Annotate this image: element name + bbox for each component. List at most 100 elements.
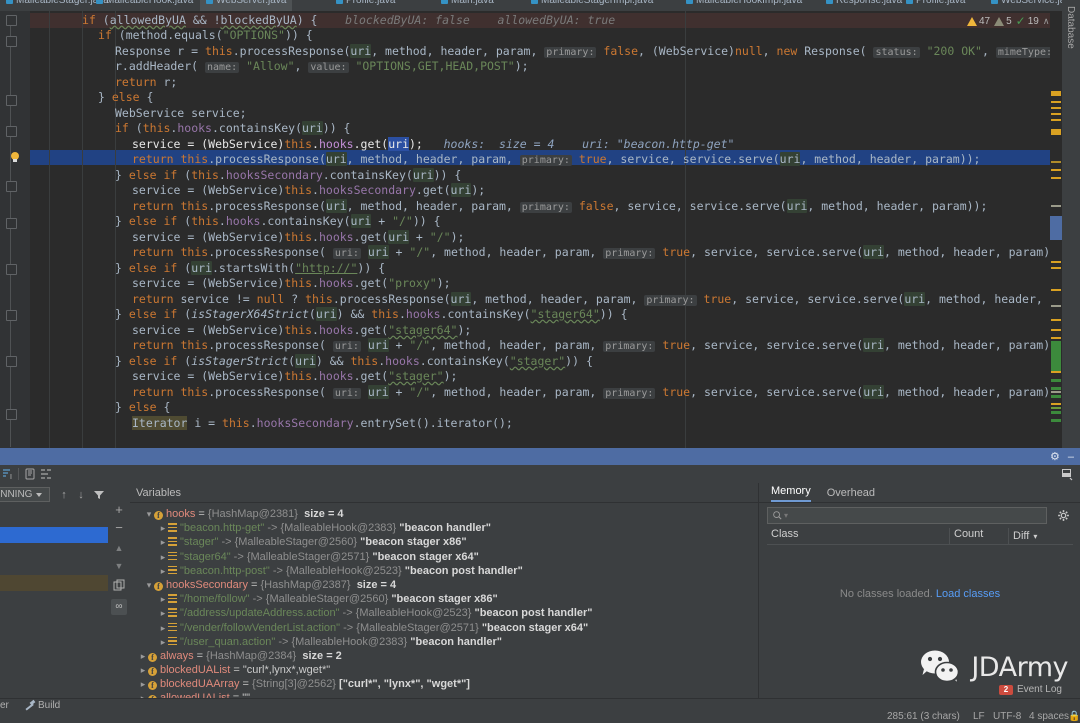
- weak-warning-marker[interactable]: [1051, 305, 1061, 307]
- weak-warning-marker[interactable]: [1051, 391, 1061, 393]
- warning-marker[interactable]: [1051, 319, 1061, 321]
- fold-marker-icon[interactable]: [6, 310, 17, 321]
- expand-arrow-icon[interactable]: ▸: [158, 550, 168, 564]
- warning-marker[interactable]: [1051, 169, 1061, 171]
- hide-panel-icon[interactable]: –: [1068, 451, 1074, 463]
- variable-row[interactable]: ▾ f hooksSecondary = {HashMap@2387} size =…: [130, 578, 758, 592]
- expand-arrow-icon[interactable]: ▸: [138, 649, 148, 663]
- column-class[interactable]: Class: [767, 528, 949, 544]
- tab-overhead[interactable]: Overhead: [827, 487, 875, 502]
- debug-settings-icon[interactable]: [1060, 467, 1074, 481]
- variables-tree[interactable]: ▾ f hooks = {HashMap@2381} size = 4 ▸ "beac…: [130, 503, 758, 706]
- warning-marker[interactable]: [1051, 161, 1061, 163]
- typo-marker-group[interactable]: [1051, 341, 1061, 373]
- editor-tab[interactable]: MalleableHookImpl.java: [680, 0, 808, 10]
- warning-marker[interactable]: [1051, 107, 1061, 109]
- fold-marker-icon[interactable]: [6, 95, 17, 106]
- fold-marker-icon[interactable]: [6, 15, 17, 26]
- typo-marker[interactable]: [1051, 387, 1061, 390]
- status-bar[interactable]: 285:61 (3 chars) LF UTF-8 4 spaces 🔒: [0, 711, 1080, 723]
- variables-tab[interactable]: Variables: [130, 483, 758, 503]
- frames-panel[interactable]: UNNING ↑ ↓: [0, 483, 109, 698]
- warning-marker[interactable]: [1051, 91, 1061, 96]
- expand-arrow-icon[interactable]: ▸: [158, 592, 168, 606]
- expand-arrow-icon[interactable]: ▸: [138, 677, 148, 691]
- fold-marker-icon[interactable]: [6, 356, 17, 367]
- caret-position[interactable]: 285:61 (3 chars): [887, 711, 960, 722]
- encoding[interactable]: UTF-8: [993, 711, 1021, 722]
- collapse-arrow-icon[interactable]: ▾: [144, 578, 154, 592]
- editor-marker-bar[interactable]: [1050, 11, 1062, 448]
- editor-tab[interactable]: Main.java: [435, 0, 500, 10]
- tab-memory[interactable]: Memory: [771, 485, 811, 502]
- inspect-object-icon[interactable]: ∞: [111, 599, 127, 615]
- search-filter-chevron-icon[interactable]: ▾: [784, 511, 788, 520]
- variable-row[interactable]: ▸ f blockedUAArray = {String[3]@2562} ["cu…: [130, 677, 758, 691]
- typo-marker[interactable]: [1051, 407, 1061, 409]
- variable-row[interactable]: ▸ "/home/follow" -> {MalleableStager@2560…: [130, 592, 758, 606]
- typo-marker[interactable]: [1051, 379, 1061, 382]
- editor-tab-strip[interactable]: MalleableStager.java MalleableHook.java …: [0, 0, 1080, 11]
- move-watch-up-button[interactable]: ▲: [112, 541, 126, 555]
- memory-settings-gear-icon[interactable]: [1057, 509, 1069, 521]
- frame-down-button[interactable]: ↓: [75, 489, 87, 501]
- fold-marker-icon[interactable]: [6, 181, 17, 192]
- warning-marker[interactable]: [1051, 337, 1061, 339]
- variable-row[interactable]: ▸ "beacon.http-get" -> {MalleableHook@238…: [130, 521, 758, 535]
- prev-problem-button[interactable]: ∧: [1043, 16, 1050, 27]
- line-separator[interactable]: LF: [973, 711, 985, 722]
- typo-marker[interactable]: [1051, 395, 1061, 398]
- column-count[interactable]: Count: [950, 528, 1008, 544]
- variable-row[interactable]: ▸ f blockedUAList = "curl*,lynx*,wget*": [130, 663, 758, 677]
- warning-marker[interactable]: [1051, 113, 1061, 115]
- variable-row[interactable]: ▸ "/address/updateAddress.action" -> {Mal…: [130, 606, 758, 620]
- intention-bulb-icon[interactable]: [9, 152, 21, 164]
- sort-variables-icon[interactable]: I: [2, 468, 14, 481]
- remove-watch-button[interactable]: −: [112, 521, 126, 535]
- memory-search-row[interactable]: ▾: [767, 507, 1073, 524]
- expand-arrow-icon[interactable]: ▸: [158, 521, 168, 535]
- bottom-tool-clipped[interactable]: er: [0, 700, 9, 711]
- variable-row[interactable]: ▸ "stager" -> {MalleableStager@2560} "bea…: [130, 535, 758, 549]
- debug-header-actions[interactable]: ⚙ –: [1050, 450, 1074, 464]
- code-area[interactable]: if (allowedByUA && !blockedByUA) { block…: [30, 11, 1080, 448]
- warning-marker[interactable]: [1051, 289, 1061, 291]
- editor-tab[interactable]: Profile.java: [900, 0, 971, 10]
- warning-marker[interactable]: [1051, 371, 1061, 373]
- move-watch-down-button[interactable]: ▼: [112, 559, 126, 573]
- variable-row[interactable]: ▾ f hooks = {HashMap@2381} size = 4: [130, 507, 758, 521]
- database-tool-button[interactable]: Database: [1065, 6, 1076, 49]
- indent-setting[interactable]: 4 spaces: [1029, 711, 1069, 722]
- warning-marker[interactable]: [1051, 403, 1061, 405]
- warning-marker[interactable]: [1051, 101, 1061, 103]
- editor-tab-active[interactable]: WebServer.java: [200, 0, 293, 11]
- fold-marker-icon[interactable]: [6, 218, 17, 229]
- filter-frames-icon[interactable]: [93, 489, 105, 501]
- collapse-arrow-icon[interactable]: ▾: [144, 507, 154, 521]
- typo-marker[interactable]: [1051, 419, 1061, 422]
- fold-marker-icon[interactable]: [6, 36, 17, 47]
- frame-up-button[interactable]: ↑: [58, 489, 70, 501]
- editor-tab[interactable]: MalleableHook.java: [90, 0, 199, 10]
- column-diff[interactable]: Diff ▾: [1009, 528, 1071, 544]
- expand-arrow-icon[interactable]: ▸: [158, 564, 168, 578]
- lock-icon[interactable]: 🔒: [1068, 711, 1080, 722]
- editor-tab[interactable]: MalleableStagerImpl.java: [525, 0, 659, 10]
- expand-arrow-icon[interactable]: ▸: [158, 635, 168, 649]
- thread-selector[interactable]: UNNING: [0, 487, 50, 502]
- variable-row[interactable]: ▸ "stager64" -> {MalleableStager@2571} "b…: [130, 550, 758, 564]
- memory-panel-tabs[interactable]: Memory Overhead: [759, 483, 1080, 503]
- stack-frame-selected[interactable]: [0, 527, 108, 543]
- load-classes-link[interactable]: Load classes: [936, 588, 1000, 600]
- right-tool-strip[interactable]: Database: [1062, 0, 1080, 448]
- expand-arrow-icon[interactable]: ▸: [158, 535, 168, 549]
- memory-search-input[interactable]: ▾: [767, 507, 1047, 524]
- add-watch-button[interactable]: +: [112, 503, 126, 517]
- variables-toolbar[interactable]: + − ▲ ▼ ∞: [108, 483, 131, 698]
- debug-toolbar[interactable]: I: [0, 465, 1080, 484]
- settings-gear-icon[interactable]: ⚙: [1050, 450, 1060, 463]
- typo-count[interactable]: ✓ 19: [1016, 15, 1039, 27]
- variable-row[interactable]: ▸ "beacon.http-post" -> {MalleableHook@25…: [130, 564, 758, 578]
- event-log-button[interactable]: 2 Event Log: [998, 684, 1062, 695]
- fold-marker-icon[interactable]: [6, 409, 17, 420]
